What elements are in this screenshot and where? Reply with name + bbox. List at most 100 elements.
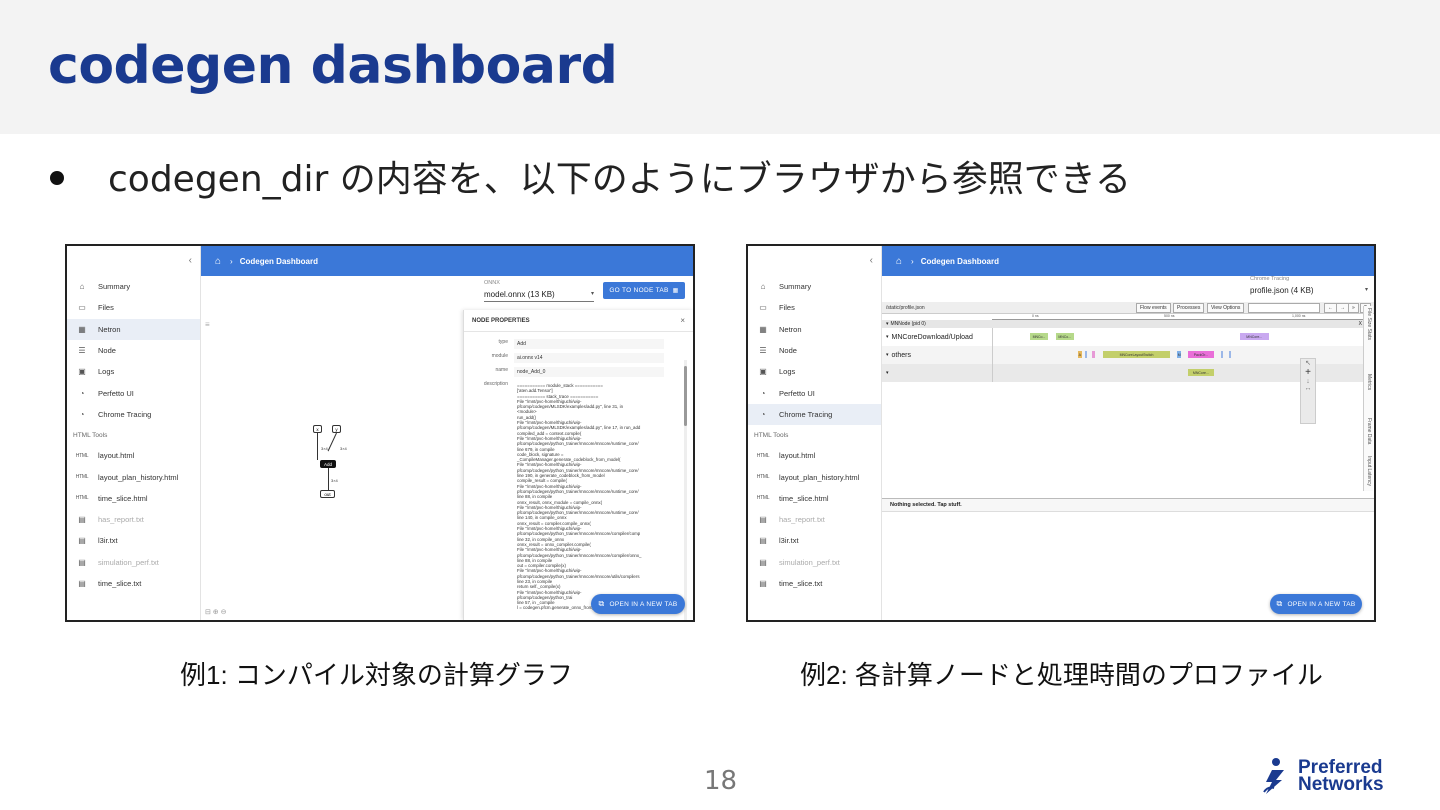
side-tab[interactable]: Metrics bbox=[1366, 374, 1372, 390]
home-icon: ⌂ bbox=[760, 282, 766, 292]
sidebar-tool-item[interactable]: ▤ has_report.txt bbox=[67, 509, 200, 530]
sidebar-item-chrome-tracing[interactable]: ◔ Chrome Tracing bbox=[67, 404, 200, 425]
sidebar-item-chrome-tracing[interactable]: ◔ Chrome Tracing bbox=[748, 403, 881, 426]
side-tab[interactable]: Input Latency bbox=[1366, 456, 1372, 486]
text-file-icon: ▤ bbox=[78, 536, 86, 546]
sidebar-tool-item[interactable]: HTML layout.html bbox=[67, 445, 200, 466]
sidebar-item-logs[interactable]: ▣ Logs bbox=[67, 361, 200, 382]
prop-value[interactable]: node_Add_0 bbox=[514, 367, 664, 377]
sidebar-item-netron[interactable]: ▦ Netron bbox=[748, 319, 881, 340]
side-tab[interactable]: File Size Stats bbox=[1366, 308, 1372, 340]
prop-value[interactable]: Add bbox=[514, 339, 664, 349]
open-new-tab-button[interactable]: ⧉ OPEN IN A NEW TAB bbox=[591, 594, 685, 614]
collapse-sidebar-button[interactable]: ‹ bbox=[67, 246, 200, 276]
pfn-logo-mark-icon bbox=[1263, 758, 1284, 794]
zoom-in-tool-icon[interactable]: + bbox=[1301, 367, 1315, 378]
processes-button[interactable]: Processes bbox=[1173, 303, 1205, 313]
prop-row: name node_Add_0 bbox=[464, 367, 693, 377]
app-bar: ⌂ › Codegen Dashboard bbox=[201, 246, 693, 276]
graph-input-y[interactable]: y bbox=[332, 425, 341, 433]
sidebar-tool-item[interactable]: ▤ l3ir.txt bbox=[748, 530, 881, 551]
breadcrumb: Codegen Dashboard bbox=[920, 256, 999, 266]
trace-search-input[interactable] bbox=[1248, 303, 1320, 313]
sidebar-tool-item[interactable]: HTML time_slice.html bbox=[748, 488, 881, 509]
scrollbar-thumb[interactable] bbox=[684, 366, 687, 426]
sidebar-tool-item[interactable]: HTML time_slice.html bbox=[67, 488, 200, 509]
sidebar-item-perfetto-ui[interactable]: ◔ Perfetto UI bbox=[67, 382, 200, 403]
sidebar-item-label: Summary bbox=[779, 282, 812, 292]
profile-select[interactable]: profile.json (4 KB) ▾ bbox=[1250, 286, 1368, 297]
netron-screenshot: ‹ ⌂ Summary ▭ Files ▦ Netron ☰ Node ▣ Logs ◔ Perfet… bbox=[65, 244, 695, 622]
collapse-sidebar-button[interactable]: ‹ bbox=[748, 246, 881, 276]
node-properties-panel: NODE PROPERTIES × type Add module ai.onnx v… bbox=[463, 310, 693, 620]
sidebar: ‹ ⌂ Summary ▭ Files ▦ Netron ☰ Node ▣ Logs ◔ Perfet… bbox=[748, 246, 882, 620]
sidebar-tool-item[interactable]: ▤ simulation_perf.txt bbox=[67, 552, 200, 573]
select-tool-icon[interactable]: ↖ bbox=[1301, 359, 1315, 367]
trace-slice[interactable] bbox=[1092, 351, 1095, 358]
view-options-button[interactable]: View Options bbox=[1207, 303, 1245, 313]
sidebar-tool-item[interactable]: ▤ simulation_perf.txt bbox=[748, 552, 881, 573]
pan-tool-icon[interactable]: ↓ bbox=[1301, 378, 1315, 385]
process-header[interactable]: ▾ MNNode (pid 0) X bbox=[882, 320, 1364, 328]
trace-slice[interactable]: MNCore... bbox=[1239, 333, 1269, 340]
sidebar-tool-item[interactable]: ▤ has_report.txt bbox=[748, 509, 881, 530]
gauge-icon: ◔ bbox=[79, 388, 85, 398]
sidebar-item-files[interactable]: ▭ Files bbox=[748, 297, 881, 318]
sidebar-item-files[interactable]: ▭ Files bbox=[67, 297, 200, 318]
open-external-icon: ⧉ bbox=[598, 599, 605, 608]
home-icon[interactable]: ⌂ bbox=[215, 256, 221, 267]
graph-add-node[interactable]: Add bbox=[320, 460, 336, 468]
graph-output-out[interactable]: out bbox=[320, 490, 335, 498]
trace-slice[interactable]: PackOr... bbox=[1188, 351, 1214, 358]
track-divider bbox=[992, 328, 993, 382]
trace-tool-palette: ↖ + ↓ ↔ bbox=[1300, 358, 1316, 424]
prop-value[interactable]: ai.onnx v14 bbox=[514, 353, 664, 363]
go-to-node-tab-button[interactable]: GO TO NODE TAB ▦ bbox=[603, 282, 685, 299]
track-row[interactable]: ▾ MNCoreDownload/Upload bbox=[882, 328, 1364, 346]
zoom-controls-icon[interactable]: ⊟ ⊕ ⊖ bbox=[205, 608, 227, 616]
trace-slice[interactable]: MNCo... bbox=[1055, 333, 1074, 340]
caret-down-icon: ▾ bbox=[886, 334, 889, 340]
side-tab[interactable]: Frame Data bbox=[1366, 418, 1372, 444]
trace-slice[interactable] bbox=[1221, 351, 1224, 358]
sidebar-tool-item[interactable]: ▤ l3ir.txt bbox=[67, 530, 200, 551]
track-row[interactable]: ▾ bbox=[882, 364, 1364, 382]
sidebar-item-summary[interactable]: ⌂ Summary bbox=[748, 276, 881, 297]
dropdown-arrow-icon: ▾ bbox=[1364, 287, 1368, 293]
sidebar-item-node[interactable]: ☰ Node bbox=[748, 340, 881, 361]
close-icon[interactable]: × bbox=[680, 316, 685, 325]
model-select-value: model.onnx (13 KB) bbox=[484, 290, 555, 299]
trace-slice[interactable]: MNCoreLayoutSwitch bbox=[1103, 351, 1170, 358]
details-bar: Nothing selected. Tap stuff. bbox=[882, 498, 1374, 512]
home-icon[interactable]: ⌂ bbox=[896, 256, 902, 267]
sidebar-tool-item[interactable]: ▤ time_slice.txt bbox=[748, 573, 881, 594]
sidebar-tool-item[interactable]: ▤ time_slice.txt bbox=[67, 573, 200, 594]
menu-icon[interactable]: ≡ bbox=[205, 320, 210, 329]
prop-row-description: description =========== module_stack ===… bbox=[464, 381, 693, 620]
flow-events-button[interactable]: Flow events bbox=[1136, 303, 1171, 313]
expand-button[interactable]: » bbox=[1348, 303, 1359, 313]
sidebar-item-summary[interactable]: ⌂ Summary bbox=[67, 276, 200, 297]
sidebar-tool-item[interactable]: HTML layout_plan_history.html bbox=[67, 466, 200, 487]
prop-key: type bbox=[498, 339, 508, 345]
trace-slice[interactable]: MNCo... bbox=[1029, 333, 1049, 340]
trace-slice[interactable] bbox=[1228, 351, 1231, 358]
folder-icon: ▭ bbox=[759, 303, 767, 313]
sidebar-tool-item[interactable]: HTML layout_plan_history.html bbox=[748, 466, 881, 487]
trace-slice[interactable]: M bbox=[1177, 351, 1182, 358]
model-select[interactable]: model.onnx (13 KB) ▾ bbox=[484, 290, 594, 302]
sidebar-item-netron[interactable]: ▦ Netron bbox=[67, 318, 200, 340]
open-new-tab-button[interactable]: ⧉ OPEN IN A NEW TAB bbox=[1270, 594, 1362, 614]
graph-input-x[interactable]: x bbox=[313, 425, 322, 433]
sidebar-item-label: Files bbox=[98, 303, 114, 313]
close-process-icon[interactable]: X bbox=[1359, 321, 1362, 327]
sidebar-tool-item[interactable]: HTML layout.html bbox=[748, 445, 881, 466]
sidebar-item-perfetto-ui[interactable]: ◔ Perfetto UI bbox=[748, 382, 881, 403]
sidebar-group-label: HTML Tools bbox=[754, 431, 789, 439]
timing-tool-icon[interactable]: ↔ bbox=[1301, 385, 1315, 392]
trace-slice[interactable] bbox=[1085, 351, 1088, 358]
sidebar-item-logs[interactable]: ▣ Logs bbox=[748, 361, 881, 382]
trace-slice[interactable]: MNCore... bbox=[1188, 369, 1214, 376]
sidebar-item-node[interactable]: ☰ Node bbox=[67, 340, 200, 361]
trace-slice[interactable]: A bbox=[1077, 351, 1083, 358]
